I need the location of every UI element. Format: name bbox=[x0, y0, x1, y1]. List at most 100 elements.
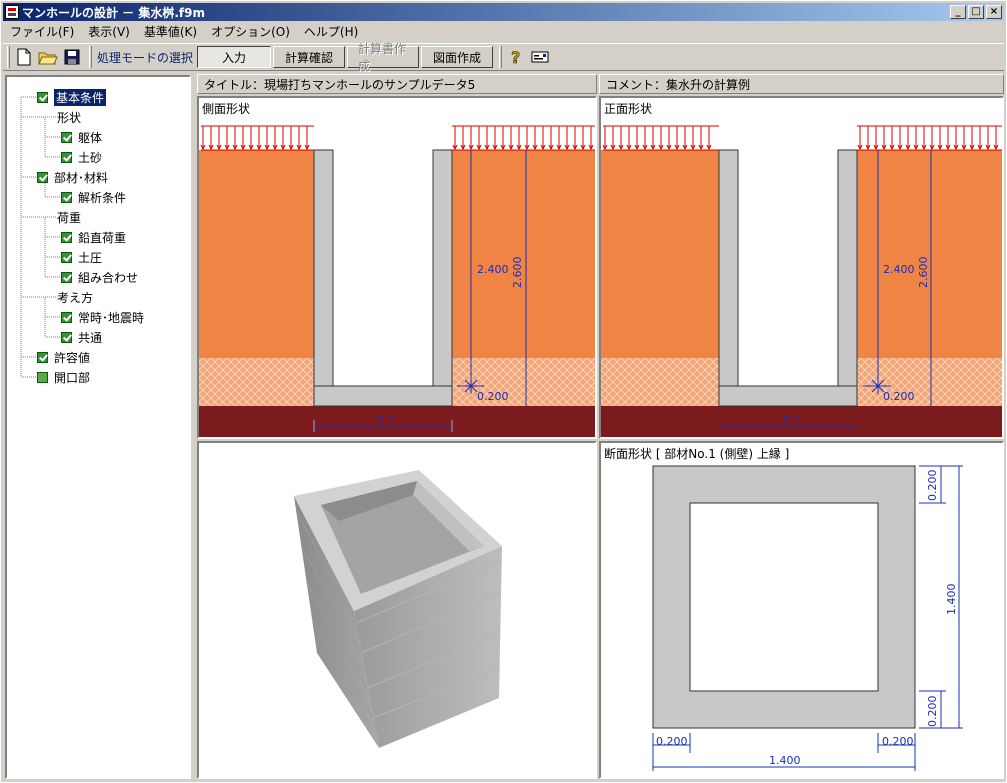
mode-select-label: 処理モードの選択 bbox=[97, 50, 194, 65]
load-arrow bbox=[288, 126, 294, 151]
tree-item-combination[interactable]: 組み合わせ bbox=[61, 269, 138, 285]
tree-item-body[interactable]: 躯体 bbox=[61, 129, 102, 145]
load-arrow bbox=[516, 126, 522, 151]
section-view-panel[interactable]: 断面形状 [ 部材No.1 (側壁) 上縁 ] 0.200 1.400 0.20… bbox=[599, 441, 1004, 779]
input-tree: 基本条件 形状 躯体 土砂 部材･材料 解析条件 荷重 鉛直荷重 土圧 組み合わ… bbox=[5, 75, 191, 779]
load-arrow bbox=[969, 126, 975, 151]
menu-file[interactable]: ファイル(F) bbox=[3, 23, 81, 40]
toolbar-grip-2[interactable] bbox=[89, 46, 92, 68]
soil-hatch-left bbox=[199, 358, 314, 406]
load-arrow bbox=[476, 126, 482, 151]
load-arrow bbox=[634, 126, 640, 151]
tree-item-material[interactable]: 部材･材料 bbox=[37, 169, 108, 185]
load-arrow bbox=[706, 126, 712, 151]
open-folder-icon[interactable] bbox=[37, 46, 59, 68]
tree-label: 部材･材料 bbox=[54, 170, 109, 185]
checkbox-unchecked-icon[interactable] bbox=[37, 371, 48, 383]
about-card-icon[interactable] bbox=[529, 46, 551, 68]
svg-text:?: ? bbox=[511, 48, 520, 66]
load-arrow bbox=[602, 126, 608, 151]
tree-item-approach[interactable]: 考え方 bbox=[57, 289, 93, 305]
tree-item-vertical-load[interactable]: 鉛直荷重 bbox=[61, 229, 126, 245]
tree-item-opening[interactable]: 開口部 bbox=[37, 369, 90, 385]
checkbox-checked-icon[interactable] bbox=[61, 271, 72, 283]
front-view-panel[interactable]: 正面形状 2.400 2.600 0.200 1.1 bbox=[599, 96, 1004, 439]
checkbox-checked-icon[interactable] bbox=[37, 171, 48, 183]
toolbar-grip[interactable] bbox=[7, 46, 10, 68]
side-view-drawing: 2.400 2.600 0.200 1.1 bbox=[199, 125, 595, 437]
checkbox-checked-icon[interactable] bbox=[61, 191, 72, 203]
load-arrow bbox=[985, 126, 991, 151]
load-arrow bbox=[508, 126, 514, 151]
menu-view[interactable]: 表示(V) bbox=[81, 23, 137, 40]
load-arrow bbox=[272, 126, 278, 151]
checkbox-checked-icon[interactable] bbox=[61, 331, 72, 343]
tree-item-load[interactable]: 荷重 bbox=[57, 209, 81, 225]
3d-view-panel[interactable] bbox=[197, 441, 597, 779]
tree-label: 共通 bbox=[78, 330, 103, 345]
minimize-button[interactable]: _ bbox=[950, 5, 966, 19]
load-arrow bbox=[280, 126, 286, 151]
mode-drawing-button[interactable]: 図面作成 bbox=[421, 46, 494, 68]
load-arrow bbox=[865, 126, 871, 151]
load-arrow bbox=[690, 126, 696, 151]
menu-standard[interactable]: 基準値(K) bbox=[137, 23, 204, 40]
load-arrow bbox=[993, 126, 999, 151]
tree-label: 開口部 bbox=[54, 370, 91, 385]
base-layer bbox=[601, 406, 1002, 437]
menu-help[interactable]: ヘルプ(H) bbox=[297, 23, 365, 40]
load-arrow bbox=[642, 126, 648, 151]
checkbox-checked-icon[interactable] bbox=[37, 91, 48, 103]
load-arrow bbox=[674, 126, 680, 151]
checkbox-checked-icon[interactable] bbox=[61, 251, 72, 263]
toolbar-grip-3[interactable] bbox=[499, 46, 503, 68]
tree-item-analysis[interactable]: 解析条件 bbox=[61, 189, 126, 205]
new-file-icon[interactable] bbox=[13, 46, 35, 68]
comment-header: コメント：集水升の計算例 bbox=[599, 74, 1004, 94]
checkbox-checked-icon[interactable] bbox=[61, 131, 72, 143]
mode-input-button[interactable]: 入力 bbox=[197, 46, 272, 68]
load-arrow bbox=[492, 126, 498, 151]
mode-calc-check-button[interactable]: 計算確認 bbox=[273, 46, 346, 68]
tree-label: 許容値 bbox=[54, 350, 91, 365]
tree-item-earth-pressure[interactable]: 土圧 bbox=[61, 249, 102, 265]
load-arrow bbox=[857, 126, 863, 151]
checkbox-checked-icon[interactable] bbox=[61, 231, 72, 243]
tree-item-basic[interactable]: 基本条件 bbox=[37, 88, 107, 106]
load-arrow bbox=[572, 126, 578, 151]
title-bar[interactable]: マンホールの設計 － 集水桝.f9m _ □ × bbox=[3, 3, 1004, 21]
load-arrow bbox=[548, 126, 554, 151]
tree-label: 土圧 bbox=[78, 250, 103, 265]
soil-right bbox=[857, 150, 1002, 358]
load-arrow bbox=[540, 126, 546, 151]
tree-item-normal-seismic[interactable]: 常時･地震時 bbox=[61, 309, 144, 325]
tree-item-common[interactable]: 共通 bbox=[61, 329, 102, 345]
help-icon[interactable]: ? bbox=[505, 46, 527, 68]
tree-label: 常時･地震時 bbox=[78, 310, 145, 325]
maximize-button[interactable]: □ bbox=[968, 5, 984, 19]
tree-item-shape[interactable]: 形状 bbox=[57, 109, 81, 125]
checkbox-checked-icon[interactable] bbox=[61, 151, 72, 163]
soil-hatch-left bbox=[601, 358, 719, 406]
checkbox-checked-icon[interactable] bbox=[37, 351, 48, 363]
mode-report-button[interactable]: 計算書作成 bbox=[347, 42, 420, 73]
close-button[interactable]: × bbox=[986, 5, 1002, 19]
app-window: マンホールの設計 － 集水桝.f9m _ □ × ファイル(F) 表示(V) 基… bbox=[0, 0, 1007, 783]
side-view-panel[interactable]: 側面形状 2.400 2.600 0.200 1.1 bbox=[197, 96, 597, 439]
wall-left bbox=[313, 149, 334, 387]
side-view-caption: 側面形状 bbox=[202, 102, 251, 116]
front-view-caption: 正面形状 bbox=[604, 102, 653, 116]
tree-label: 土砂 bbox=[78, 150, 103, 165]
dim-inner-label: 2.400 bbox=[883, 263, 915, 276]
load-arrow bbox=[610, 126, 616, 151]
tree-item-allowable[interactable]: 許容値 bbox=[37, 349, 90, 365]
load-arrow bbox=[524, 126, 530, 151]
tree-item-soil[interactable]: 土砂 bbox=[61, 149, 102, 165]
dim-outer-label: 2.600 bbox=[917, 257, 930, 289]
menu-options[interactable]: オプション(O) bbox=[204, 23, 297, 40]
load-arrow bbox=[452, 126, 458, 151]
checkbox-checked-icon[interactable] bbox=[61, 311, 72, 323]
manhole-3d-model bbox=[294, 470, 502, 748]
base-slab bbox=[313, 385, 453, 407]
save-icon[interactable] bbox=[61, 46, 83, 68]
